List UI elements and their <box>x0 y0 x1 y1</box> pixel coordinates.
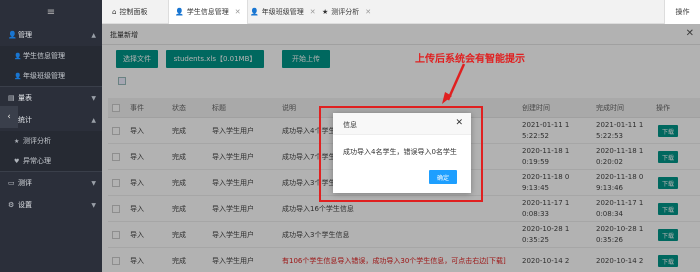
sidebar-item-label: 学生信息管理 <box>23 52 65 60</box>
sidebar-item-student-info[interactable]: 👤 学生信息管理 <box>0 46 102 66</box>
sidebar-item-abnormal[interactable]: ♥ 异常心理 <box>0 151 102 171</box>
close-icon[interactable]: ✕ <box>235 8 241 16</box>
close-icon[interactable]: ✕ <box>365 8 371 16</box>
tab-label: 测评分析 <box>331 8 360 16</box>
tab-assessment-analysis[interactable]: ★ 测评分析 ✕ <box>316 0 377 24</box>
chevron-up-icon: ▲ <box>91 116 96 124</box>
sidebar-item-label: 测评 <box>18 179 32 187</box>
sidebar-item-label: 异常心理 <box>23 157 51 165</box>
sidebar-item-settings[interactable]: ⚙ 设置 ▼ <box>0 194 102 216</box>
dialog-message: 成功导入4名学生，错误导入0名学生 <box>343 148 457 156</box>
user-icon: 👤 <box>14 72 22 80</box>
sidebar-item-label: 统计 <box>18 116 32 124</box>
sidebar-item-manage[interactable]: 👤 管理 ▲ <box>0 24 102 46</box>
sidebar-item-label: 测评分析 <box>23 137 51 145</box>
user-icon: 👤 <box>8 31 17 39</box>
sidebar-collapse-button[interactable]: ‹ <box>0 106 18 128</box>
heart-icon: ♥ <box>14 157 20 165</box>
chevron-up-icon: ▲ <box>91 31 96 39</box>
gear-icon: ⚙ <box>8 201 15 209</box>
sidebar-item-label: 量表 <box>18 94 32 102</box>
tab-label: 年级班级管理 <box>261 8 304 16</box>
sidebar-item-label: 管理 <box>18 31 32 39</box>
home-icon: ⌂ <box>112 8 117 16</box>
info-dialog: 信息 ✕ 成功导入4名学生，错误导入0名学生 确定 <box>333 113 471 193</box>
close-icon[interactable]: ✕ <box>455 118 463 128</box>
annotation-arrow-icon <box>442 63 466 104</box>
close-icon[interactable]: ✕ <box>310 8 316 16</box>
star-icon: ★ <box>14 137 20 145</box>
chevron-down-icon: ▼ <box>91 179 96 187</box>
tab-control-panel[interactable]: ⌂ 控制面板 <box>106 0 153 24</box>
tab-label: 学生信息管理 <box>186 8 229 16</box>
dialog-title: 信息 <box>343 121 357 129</box>
user-icon: 👤 <box>14 52 22 60</box>
tab-bar: ⌂ 控制面板 👤 学生信息管理 ✕ 👤 年级班级管理 ✕ ★ 测评分析 ✕ 操作 <box>102 0 700 24</box>
sidebar-item-label: 年级班级管理 <box>23 72 65 80</box>
sidebar-item-grade-class[interactable]: 👤 年级班级管理 <box>0 66 102 86</box>
star-icon: ★ <box>322 8 329 16</box>
chevron-down-icon: ▼ <box>91 94 96 102</box>
monitor-icon: ▭ <box>8 179 15 187</box>
sidebar: ≡ 👤 管理 ▲ 👤 学生信息管理 👤 年级班级管理 ▤ 量表 ▼ ▦ 统计 ▲… <box>0 0 102 272</box>
sidebar-item-label: 设置 <box>18 201 32 209</box>
user-icon: 👤 <box>250 8 259 16</box>
tab-student-info[interactable]: 👤 学生信息管理 ✕ <box>168 0 248 24</box>
tab-operations-label: 操作 <box>675 8 690 16</box>
tab-label: 控制面板 <box>119 8 148 16</box>
sidebar-item-assessment[interactable]: ▭ 测评 ▼ <box>0 172 102 194</box>
dialog-header: 信息 ✕ <box>333 113 471 135</box>
stack-icon: ▤ <box>8 94 15 102</box>
tab-operations-button[interactable]: 操作 <box>664 0 700 24</box>
user-icon: 👤 <box>175 8 184 16</box>
chevron-down-icon: ▼ <box>91 201 96 209</box>
sidebar-item-assessment-analysis[interactable]: ★ 测评分析 <box>0 131 102 151</box>
menu-toggle-icon[interactable]: ≡ <box>0 0 102 24</box>
ok-button[interactable]: 确定 <box>429 170 457 184</box>
tab-grade-class[interactable]: 👤 年级班级管理 ✕ <box>244 0 322 24</box>
